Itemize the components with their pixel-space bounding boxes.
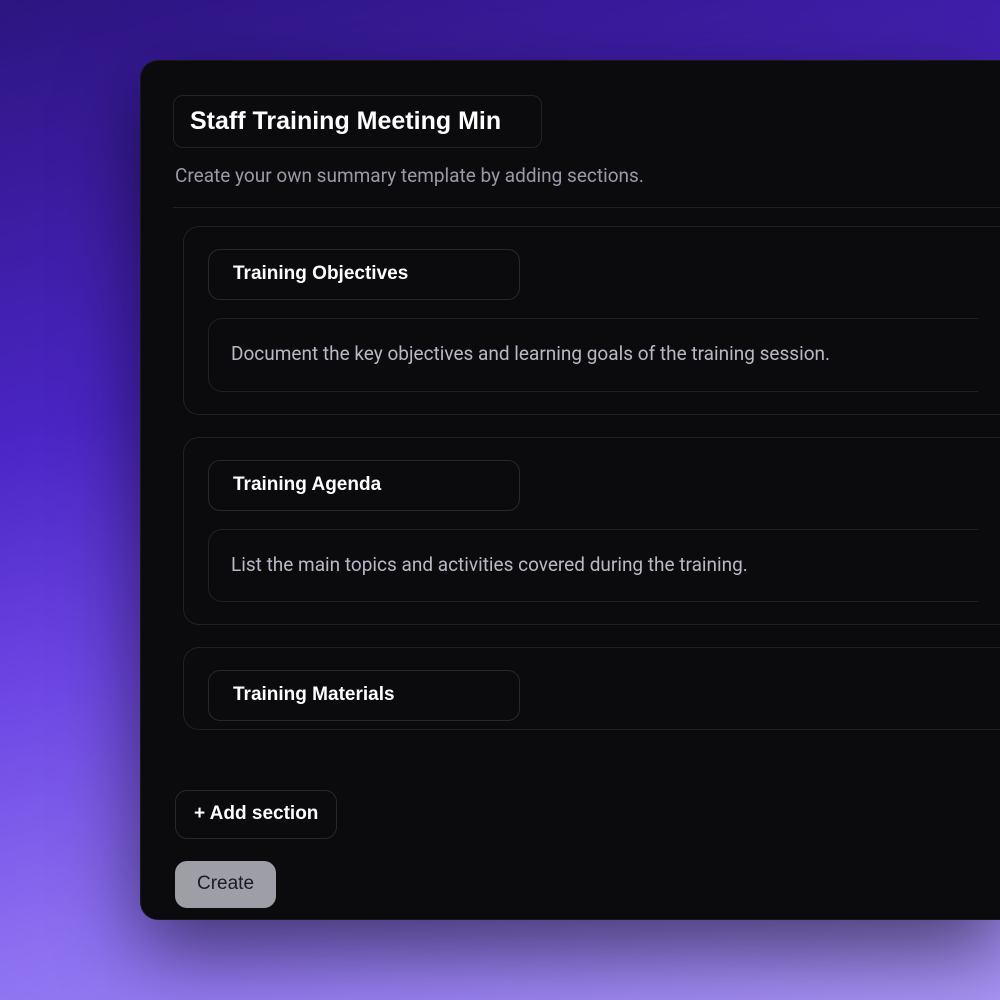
section-title-input[interactable]	[208, 460, 520, 511]
template-editor-panel: Create your own summary template by addi…	[140, 60, 1000, 920]
section-card: List the main topics and activities cove…	[183, 437, 1000, 626]
section-card	[183, 647, 1000, 730]
section-description-input[interactable]: Document the key objectives and learning…	[208, 318, 978, 392]
sections-list: Document the key objectives and learning…	[173, 226, 1000, 786]
section-description-input[interactable]: List the main topics and activities cove…	[208, 529, 978, 603]
create-button[interactable]: Create	[175, 861, 276, 908]
section-title-input[interactable]	[208, 249, 520, 300]
add-section-button[interactable]: + Add section	[175, 790, 337, 839]
divider	[173, 207, 1000, 208]
template-subtitle: Create your own summary template by addi…	[173, 164, 1000, 187]
footer: + Add section Create	[173, 790, 1000, 908]
section-card: Document the key objectives and learning…	[183, 226, 1000, 415]
template-title-input[interactable]	[173, 95, 542, 148]
section-title-input[interactable]	[208, 670, 520, 721]
